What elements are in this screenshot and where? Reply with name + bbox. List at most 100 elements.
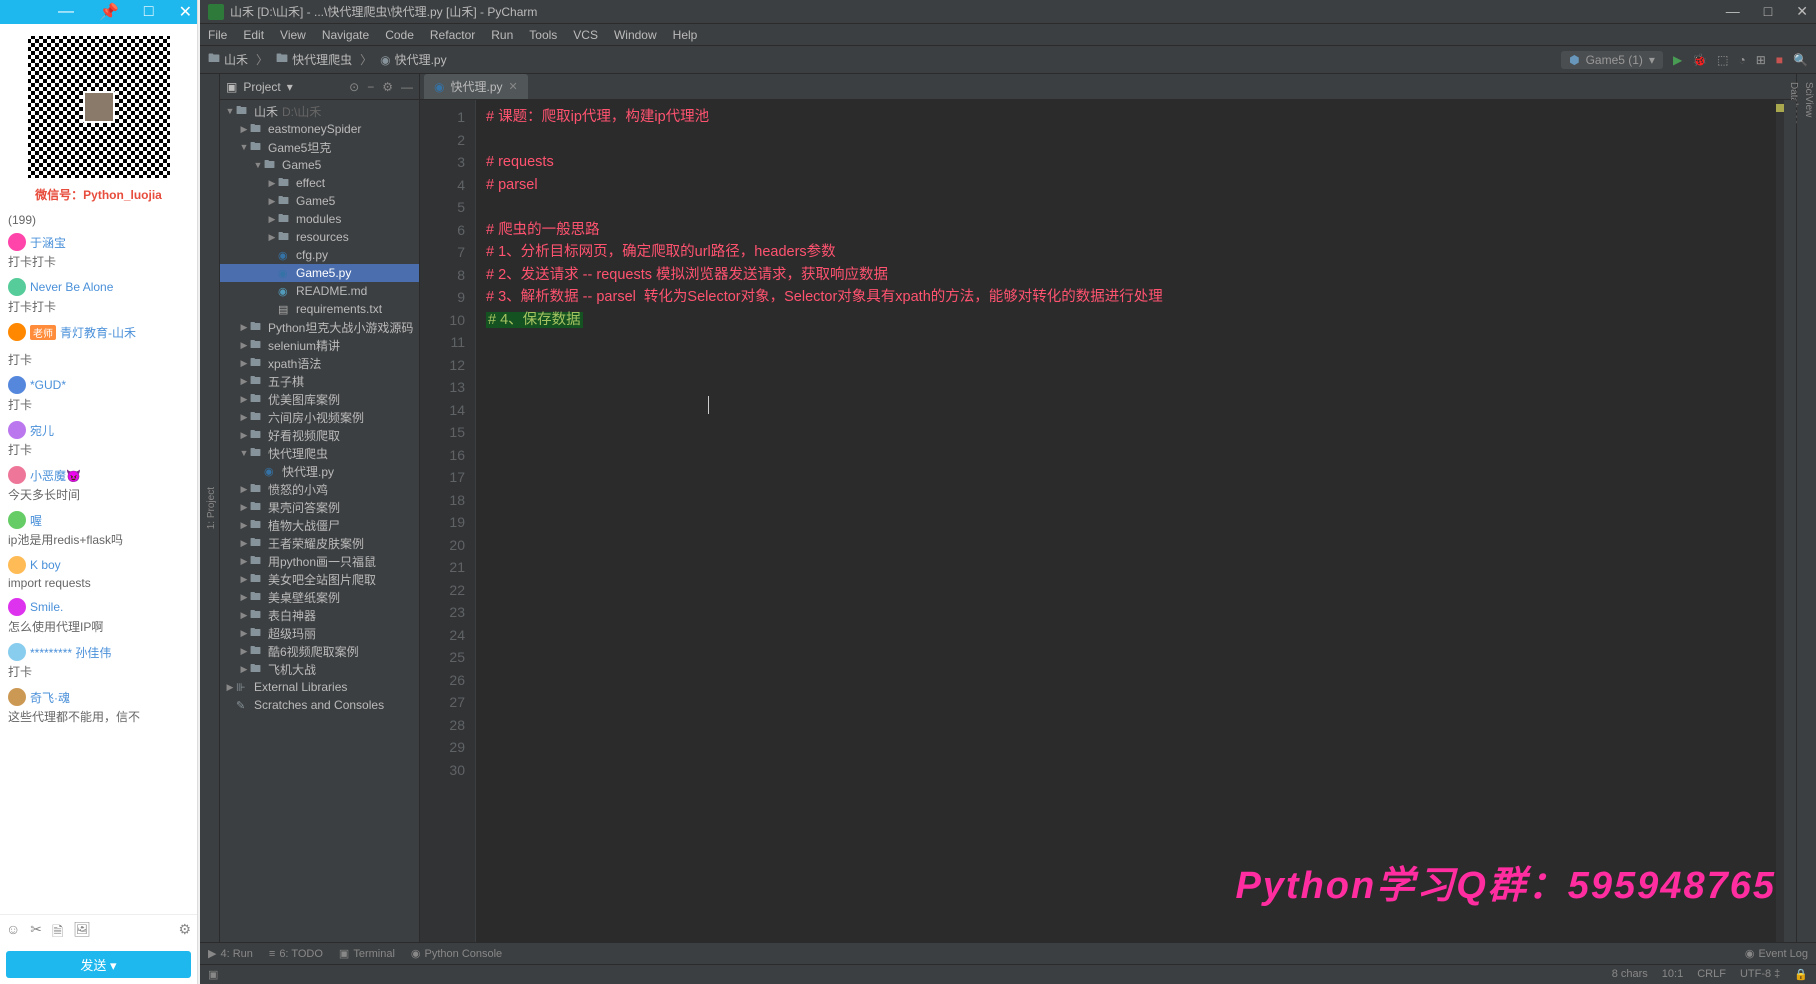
chat-min-icon[interactable]: —	[58, 3, 74, 21]
bottom-tool[interactable]: ▣ Terminal	[339, 947, 395, 960]
editor-tab[interactable]: ◉ 快代理.py ✕	[424, 74, 528, 99]
tool-tab[interactable]: 2: Structure	[200, 474, 204, 542]
chat-item[interactable]: *GUD*打卡	[0, 372, 197, 417]
chat-item[interactable]: K boyimport requests	[0, 552, 197, 594]
minimap[interactable]	[1776, 100, 1784, 942]
tree-row[interactable]: ▶🖿modules	[220, 210, 419, 228]
tree-row[interactable]: ▤requirements.txt	[220, 300, 419, 318]
chat-item[interactable]: 奇飞·魂这些代理都不能用，信不	[0, 684, 197, 729]
chat-close-icon[interactable]: ✕	[179, 2, 192, 22]
chat-list[interactable]: 于涵宝打卡打卡Never Be Alone打卡打卡老师青灯教育-山禾打卡*GUD…	[0, 229, 197, 953]
collapse-icon[interactable]: ⊙	[349, 80, 359, 94]
menu-navigate[interactable]: Navigate	[322, 28, 369, 42]
tree-row[interactable]: ▼🖿Game5	[220, 156, 419, 174]
tree-row[interactable]: ▶🖿飞机大战	[220, 660, 419, 678]
tree-row[interactable]: ✎Scratches and Consoles	[220, 696, 419, 714]
tree-row[interactable]: ▶🖿好看视频爬取	[220, 426, 419, 444]
chat-pin-icon[interactable]: 📌	[99, 2, 119, 22]
tree-row[interactable]: ▶🖿优美图库案例	[220, 390, 419, 408]
tree-row[interactable]: ◉快代理.py	[220, 462, 419, 480]
gear-icon[interactable]: ⚙	[382, 80, 393, 94]
tree-row[interactable]: ◉cfg.py	[220, 246, 419, 264]
tree-row[interactable]: ▶🖿美女吧全站图片爬取	[220, 570, 419, 588]
stop-button[interactable]: ■	[1776, 53, 1783, 67]
tree-row[interactable]: ◉Game5.py	[220, 264, 419, 282]
project-label[interactable]: Project	[243, 80, 280, 94]
hide-icon[interactable]: —	[401, 80, 413, 94]
tree-row[interactable]: ▶🖿六间房小视频案例	[220, 408, 419, 426]
file-icon[interactable]: 🗎	[52, 921, 63, 945]
menu-window[interactable]: Window	[614, 28, 657, 42]
send-button[interactable]: 发送 ▾	[6, 951, 191, 978]
tree-row[interactable]: ▶🖿超级玛丽	[220, 624, 419, 642]
chat-max-icon[interactable]: □	[144, 3, 154, 21]
breadcrumb-item[interactable]: 快代理.py	[395, 51, 447, 68]
maximize-icon[interactable]: □	[1764, 3, 1772, 20]
code-content[interactable]: # 课题：爬取ip代理，构建ip代理池 # requests# parsel #…	[476, 100, 1796, 942]
event-log-button[interactable]: ◉ Event Log	[1745, 947, 1808, 960]
chat-item[interactable]: 喔ip池是用redis+flask吗	[0, 507, 197, 552]
chat-item[interactable]: Smile.怎么使用代理IP啊	[0, 594, 197, 639]
tree-row[interactable]: ▶🖿果壳问答案例	[220, 498, 419, 516]
chat-item[interactable]: 打卡	[0, 345, 197, 372]
tree-row[interactable]: ▶🖿五子棋	[220, 372, 419, 390]
tree-row[interactable]: ▶🖿resources	[220, 228, 419, 246]
bottom-tool[interactable]: ▶ 4: Run	[208, 947, 253, 960]
tree-row[interactable]: ▼🖿山禾D:\山禾	[220, 102, 419, 120]
tree-row[interactable]: ▶🖿用python画一只福鼠	[220, 552, 419, 570]
tree-row[interactable]: ▶🖿愤怒的小鸡	[220, 480, 419, 498]
bottom-tool[interactable]: ≡ 6: TODO	[269, 947, 323, 960]
status-icon[interactable]: ▣	[208, 968, 218, 981]
tree-row[interactable]: ▶🖿xpath语法	[220, 354, 419, 372]
tree-row[interactable]: ▶🖿Game5	[220, 192, 419, 210]
breadcrumb[interactable]: 🖿山禾〉🖿快代理爬虫〉◉快代理.py	[208, 49, 447, 70]
menu-edit[interactable]: Edit	[243, 28, 264, 42]
chat-item[interactable]: Never Be Alone打卡打卡	[0, 274, 197, 319]
menu-view[interactable]: View	[280, 28, 306, 42]
bottom-tool[interactable]: ◉ Python Console	[411, 947, 502, 960]
profile-button[interactable]: ◔	[1738, 53, 1745, 67]
menu-code[interactable]: Code	[385, 28, 414, 42]
tool-tab[interactable]: SciView	[1801, 74, 1816, 942]
status-encoding[interactable]: UTF-8 ‡	[1740, 968, 1780, 981]
tree-row[interactable]: ▶🖿植物大战僵尸	[220, 516, 419, 534]
tree-row[interactable]: ▶🖿表白神器	[220, 606, 419, 624]
tree-row[interactable]: ▶🖿effect	[220, 174, 419, 192]
menu-refactor[interactable]: Refactor	[430, 28, 475, 42]
tool-tab[interactable]: 1: Project	[204, 479, 219, 537]
tree-row[interactable]: ◉README.md	[220, 282, 419, 300]
status-position[interactable]: 10:1	[1662, 968, 1683, 981]
editor-scrollbar[interactable]	[1784, 100, 1796, 942]
tree-row[interactable]: ▼🖿Game5坦克	[220, 138, 419, 156]
debug-button[interactable]: 🐞	[1692, 53, 1707, 67]
chevron-down-icon[interactable]: ▾	[287, 80, 293, 94]
chat-item[interactable]: 于涵宝打卡打卡	[0, 229, 197, 274]
coverage-button[interactable]: ⬚	[1717, 53, 1728, 67]
run-config-selector[interactable]: ⬢ Game5 (1) ▾	[1561, 51, 1663, 69]
chat-item[interactable]: 小恶魔😈今天多长时间	[0, 462, 197, 507]
minimize-icon[interactable]: —	[1726, 3, 1740, 20]
tree-row[interactable]: ▶🖿selenium精讲	[220, 336, 419, 354]
menu-file[interactable]: File	[208, 28, 227, 42]
chat-item[interactable]: ********* 孙佳伟打卡	[0, 639, 197, 684]
breadcrumb-item[interactable]: 山禾	[224, 51, 248, 68]
lock-icon[interactable]: 🔒	[1794, 968, 1808, 981]
tree-row[interactable]: ▶🖿王者荣耀皮肤案例	[220, 534, 419, 552]
chat-item[interactable]: 宛儿打卡	[0, 417, 197, 462]
concurrency-button[interactable]: ⊞	[1756, 53, 1766, 67]
project-tree[interactable]: ▼🖿山禾D:\山禾▶🖿eastmoneySpider▼🖿Game5坦克▼🖿Gam…	[220, 100, 419, 942]
minus-icon[interactable]: −	[367, 80, 374, 94]
status-line-separator[interactable]: CRLF	[1697, 968, 1726, 981]
tree-row[interactable]: ▶🖿酷6视频爬取案例	[220, 642, 419, 660]
scissors-icon[interactable]: ✂	[30, 921, 42, 945]
menu-tools[interactable]: Tools	[529, 28, 557, 42]
tree-row[interactable]: ▼🖿快代理爬虫	[220, 444, 419, 462]
tab-close-icon[interactable]: ✕	[509, 80, 518, 93]
tree-row[interactable]: ▶🖿Python坦克大战小游戏源码	[220, 318, 419, 336]
menu-help[interactable]: Help	[673, 28, 698, 42]
tree-row[interactable]: ▶⊪External Libraries	[220, 678, 419, 696]
menu-vcs[interactable]: VCS	[573, 28, 598, 42]
code-editor[interactable]: 1234567891011121314151617181920212223242…	[420, 100, 1796, 942]
tree-row[interactable]: ▶🖿eastmoneySpider	[220, 120, 419, 138]
tree-row[interactable]: ▶🖿美桌壁纸案例	[220, 588, 419, 606]
